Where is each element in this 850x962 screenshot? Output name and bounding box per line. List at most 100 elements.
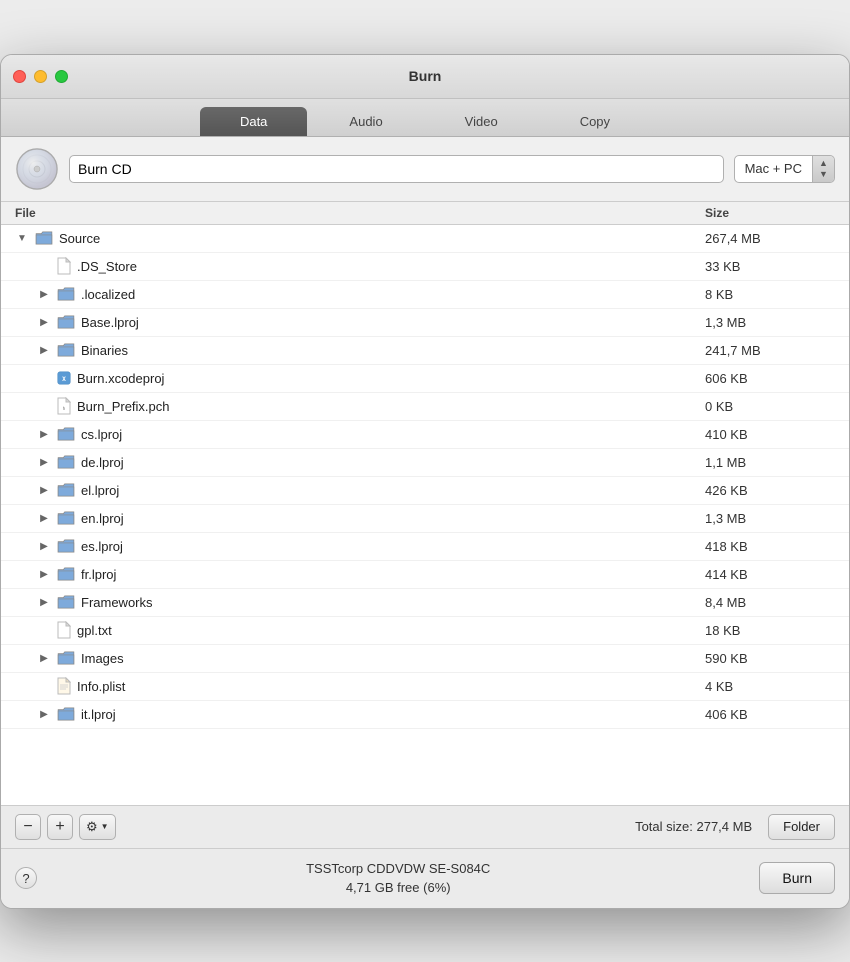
- file-size: 606 KB: [705, 371, 835, 386]
- tab-audio[interactable]: Audio: [309, 107, 422, 136]
- expand-icon[interactable]: ▶: [37, 567, 51, 581]
- file-name: Burn.xcodeproj: [77, 371, 164, 386]
- file-size: 0 KB: [705, 399, 835, 414]
- tab-data[interactable]: Data: [200, 107, 307, 136]
- column-headers: File Size: [1, 202, 849, 225]
- table-row[interactable]: h Burn_Prefix.pch 0 KB: [1, 393, 849, 421]
- expand-icon[interactable]: ▶: [37, 651, 51, 665]
- file-name: it.lproj: [81, 707, 116, 722]
- expand-icon[interactable]: ▼: [15, 231, 29, 245]
- tabbar: Data Audio Video Copy: [1, 99, 849, 137]
- file-name: Source: [59, 231, 100, 246]
- folder-button[interactable]: Folder: [768, 814, 835, 840]
- file-name-cell: ▶ es.lproj: [15, 539, 705, 554]
- gear-button[interactable]: ⚙ ▼: [79, 814, 116, 840]
- folder-icon: [57, 315, 75, 329]
- file-name: de.lproj: [81, 455, 124, 470]
- format-arrow[interactable]: ▲ ▼: [812, 155, 834, 183]
- table-row[interactable]: ▶ Images 590 KB: [1, 645, 849, 673]
- file-name-cell: ▶ Frameworks: [15, 595, 705, 610]
- table-row[interactable]: ▶ Binaries 241,7 MB: [1, 337, 849, 365]
- table-row[interactable]: gpl.txt 18 KB: [1, 617, 849, 645]
- file-name-cell: ▶ .localized: [15, 287, 705, 302]
- expand-icon[interactable]: ▶: [37, 315, 51, 329]
- file-name: .localized: [81, 287, 135, 302]
- table-row[interactable]: X Burn.xcodeproj 606 KB: [1, 365, 849, 393]
- expand-icon[interactable]: ▶: [37, 511, 51, 525]
- minimize-button[interactable]: [34, 70, 47, 83]
- file-name-cell: .DS_Store: [15, 257, 705, 275]
- format-label: Mac + PC: [735, 161, 812, 176]
- file-size: 1,3 MB: [705, 511, 835, 526]
- expand-icon[interactable]: ▶: [37, 287, 51, 301]
- file-name-cell: ▶ it.lproj: [15, 707, 705, 722]
- burn-button[interactable]: Burn: [759, 862, 835, 894]
- close-button[interactable]: [13, 70, 26, 83]
- remove-button[interactable]: −: [15, 814, 41, 840]
- file-name: en.lproj: [81, 511, 124, 526]
- expand-icon[interactable]: ▶: [37, 595, 51, 609]
- file-name-cell: h Burn_Prefix.pch: [15, 397, 705, 415]
- table-row[interactable]: ▶ en.lproj 1,3 MB: [1, 505, 849, 533]
- file-size: 1,1 MB: [705, 455, 835, 470]
- file-name: cs.lproj: [81, 427, 122, 442]
- folder-icon: [57, 455, 75, 469]
- tab-copy[interactable]: Copy: [540, 107, 650, 136]
- file-size: 267,4 MB: [705, 231, 835, 246]
- expand-icon[interactable]: ▶: [37, 427, 51, 441]
- expand-icon[interactable]: ▶: [37, 343, 51, 357]
- file-name-cell: ▶ cs.lproj: [15, 427, 705, 442]
- status-bar: ? TSSTcorp CDDVDW SE-S084C 4,71 GB free …: [1, 848, 849, 908]
- table-row[interactable]: ▶ fr.lproj 414 KB: [1, 561, 849, 589]
- table-row[interactable]: ▶ el.lproj 426 KB: [1, 477, 849, 505]
- device-info: TSSTcorp CDDVDW SE-S084C 4,71 GB free (6…: [37, 859, 759, 898]
- col-header-file: File: [15, 206, 705, 220]
- expand-icon[interactable]: ▶: [37, 539, 51, 553]
- file-size: 426 KB: [705, 483, 835, 498]
- table-row[interactable]: .DS_Store 33 KB: [1, 253, 849, 281]
- tab-video[interactable]: Video: [425, 107, 538, 136]
- expand-icon[interactable]: ▶: [37, 707, 51, 721]
- table-row[interactable]: Info.plist 4 KB: [1, 673, 849, 701]
- table-row[interactable]: ▶ it.lproj 406 KB: [1, 701, 849, 729]
- maximize-button[interactable]: [55, 70, 68, 83]
- file-name-cell: ▶ fr.lproj: [15, 567, 705, 582]
- file-name-cell: gpl.txt: [15, 621, 705, 639]
- format-arrow-down: ▼: [819, 170, 828, 179]
- expand-icon[interactable]: ▶: [37, 455, 51, 469]
- file-name: es.lproj: [81, 539, 123, 554]
- table-row[interactable]: ▶ Base.lproj 1,3 MB: [1, 309, 849, 337]
- file-size: 33 KB: [705, 259, 835, 274]
- folder-icon: [57, 343, 75, 357]
- gear-icon: ⚙: [86, 819, 98, 835]
- total-size-label: Total size: 277,4 MB: [122, 819, 763, 834]
- help-button[interactable]: ?: [15, 867, 37, 889]
- file-size: 1,3 MB: [705, 315, 835, 330]
- file-plain-icon: [57, 257, 71, 275]
- table-row[interactable]: ▶ .localized 8 KB: [1, 281, 849, 309]
- file-plist-icon: [57, 677, 71, 695]
- col-header-size: Size: [705, 206, 835, 220]
- file-size: 590 KB: [705, 651, 835, 666]
- file-list[interactable]: ▼ Source 267,4 MB .DS_Store 33 KB ▶: [1, 225, 849, 805]
- table-row[interactable]: ▶ Frameworks 8,4 MB: [1, 589, 849, 617]
- table-row[interactable]: ▶ es.lproj 418 KB: [1, 533, 849, 561]
- file-h-icon: h: [57, 397, 71, 415]
- folder-icon: [35, 231, 53, 245]
- file-size: 4 KB: [705, 679, 835, 694]
- file-name-cell: ▼ Source: [15, 231, 705, 246]
- file-name: Burn_Prefix.pch: [77, 399, 170, 414]
- file-xcode-icon: X: [57, 369, 71, 387]
- table-row[interactable]: ▶ de.lproj 1,1 MB: [1, 449, 849, 477]
- file-name-cell: ▶ Binaries: [15, 343, 705, 358]
- main-window: Burn Data Audio Video Copy: [0, 54, 850, 909]
- table-row[interactable]: ▼ Source 267,4 MB: [1, 225, 849, 253]
- file-name-cell: X Burn.xcodeproj: [15, 369, 705, 387]
- device-name: TSSTcorp CDDVDW SE-S084C: [37, 859, 759, 879]
- format-select[interactable]: Mac + PC ▲ ▼: [734, 155, 835, 183]
- add-button[interactable]: +: [47, 814, 73, 840]
- table-row[interactable]: ▶ cs.lproj 410 KB: [1, 421, 849, 449]
- expand-icon[interactable]: ▶: [37, 483, 51, 497]
- folder-icon: [57, 483, 75, 497]
- burn-name-input[interactable]: [69, 155, 724, 183]
